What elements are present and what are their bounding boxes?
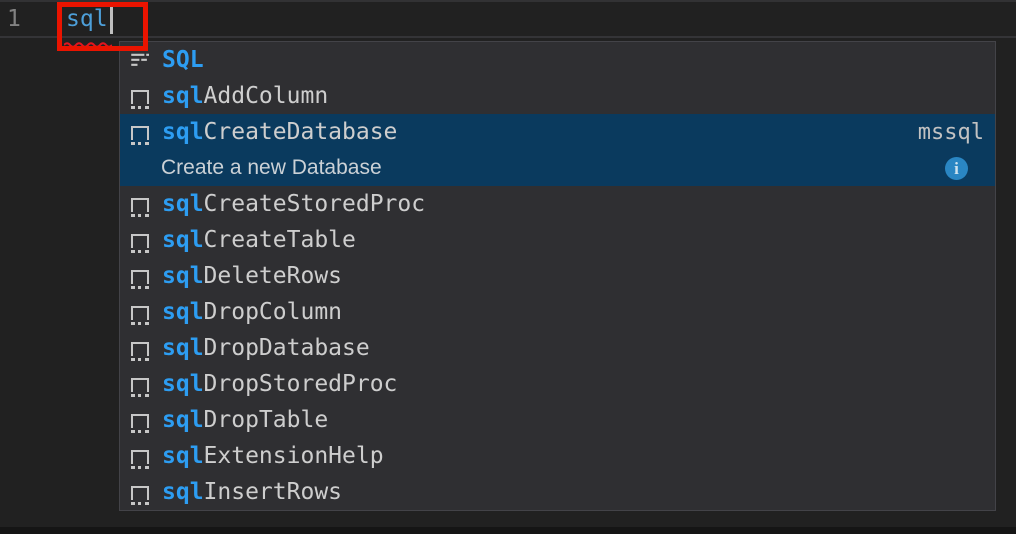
suggestion-description: Create a new Database [161,156,382,180]
suggestion-label: sqlCreateDatabase [162,119,397,145]
suggestion-item[interactable]: sqlDropStoredProc [120,366,995,402]
snippet-icon [129,336,151,360]
suggestion-item[interactable]: sqlDropColumn [120,294,995,330]
suggestion-source: mssql [918,120,985,145]
snippet-icon [129,84,151,108]
snippet-icon [129,408,151,432]
suggestion-item[interactable]: sqlExtensionHelp [120,438,995,474]
suggestion-item[interactable]: sqlDeleteRows [120,258,995,294]
snippet-icon [129,372,151,396]
suggestion-item[interactable]: sqlDropTable [120,402,995,438]
snippet-icon [129,264,151,288]
current-line-highlight [0,0,1016,38]
suggestion-label: sqlAddColumn [162,83,328,109]
suggestion-item[interactable]: sqlCreateStoredProc [120,186,995,222]
suggestion-label: sqlExtensionHelp [162,443,384,469]
suggestion-item[interactable]: SQL [120,42,995,78]
suggestion-item[interactable]: sqlCreateTable [120,222,995,258]
vscode-editor-screen: 1 sql SQL [0,0,1016,534]
suggestion-item[interactable]: sqlInsertRows [120,474,995,510]
suggestion-label: sqlDropTable [162,407,328,433]
bottom-panel-edge [0,527,1016,534]
snippet-icon [129,228,151,252]
snippet-icon [129,480,151,504]
snippet-icon [129,300,151,324]
suggestion-label: sqlDropColumn [162,299,342,325]
suggestion-label: sqlCreateStoredProc [162,191,425,217]
line-number: 1 [7,5,47,33]
snippet-icon [129,192,151,216]
suggestion-label: sqlDropStoredProc [162,371,397,397]
info-icon[interactable] [945,157,968,180]
snippet-icon [129,120,151,144]
suggest-widget: SQL sqlAddColumn sqlCreateDatabase mssql… [119,41,996,511]
suggestion-label: sqlInsertRows [162,479,342,505]
annotation-highlight-box [57,2,148,51]
suggestion-item-selected[interactable]: sqlCreateDatabase mssql Create a new Dat… [120,114,995,186]
snippet-icon [129,444,151,468]
suggestion-label: sqlDeleteRows [162,263,342,289]
suggestion-label: sqlCreateTable [162,227,356,253]
suggestion-item[interactable]: sqlAddColumn [120,78,995,114]
suggestion-label: sqlDropDatabase [162,335,370,361]
suggestion-item[interactable]: sqlDropDatabase [120,330,995,366]
suggestion-label: SQL [162,47,204,73]
symbol-text-icon [129,48,151,72]
